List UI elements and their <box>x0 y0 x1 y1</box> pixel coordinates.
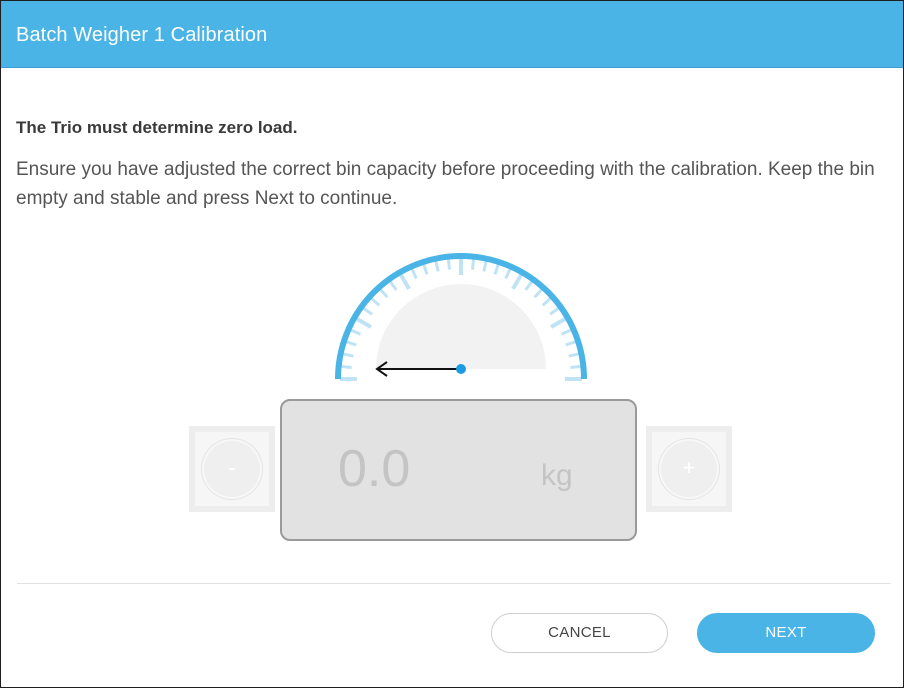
gauge-tick <box>342 352 354 358</box>
gauge-tick <box>482 260 488 272</box>
increase-button[interactable]: + <box>646 426 732 512</box>
gauge-tick <box>422 263 429 275</box>
gauge-tick <box>565 340 577 347</box>
gauge-tick <box>471 258 476 270</box>
gauge-tick <box>362 306 373 316</box>
gauge-tick <box>378 288 389 299</box>
weight-value: 0.0 <box>338 440 411 498</box>
gauge-tick <box>549 306 560 316</box>
gauge-tick <box>541 296 552 307</box>
dialog-title: Batch Weigher 1 Calibration <box>16 24 268 46</box>
minus-icon: - <box>202 439 262 499</box>
gauge-tick <box>560 328 573 336</box>
weight-unit: kg <box>541 459 573 492</box>
gauge-tick <box>533 288 544 299</box>
gauge-tick <box>434 260 440 272</box>
gauge-tick <box>349 328 362 336</box>
cancel-button[interactable]: CANCEL <box>491 613 668 653</box>
calibration-dialog: Batch Weigher 1 Calibration The Trio mus… <box>0 0 904 688</box>
gauge-tick <box>345 340 357 347</box>
gauge-tick <box>550 316 567 329</box>
gauge-tick <box>370 296 381 307</box>
gauge-tick <box>398 273 411 290</box>
gauge-tick <box>340 364 352 369</box>
dialog-titlebar: Batch Weigher 1 Calibration <box>1 1 903 68</box>
gauge-tick <box>511 273 524 290</box>
gauge-tick <box>493 263 500 275</box>
weight-display: 0.0 kg <box>280 399 637 541</box>
gauge-tick <box>355 316 372 329</box>
gauge-tick <box>446 258 451 270</box>
instruction-text: Ensure you have adjusted the correct bin… <box>16 159 875 209</box>
footer-divider <box>17 583 891 584</box>
gauge-dial-icon <box>335 253 587 381</box>
gauge-tick <box>524 280 534 291</box>
gauge-tick <box>504 267 512 280</box>
gauge-tick <box>410 267 418 280</box>
plus-icon: + <box>659 439 719 499</box>
decrease-button[interactable]: - <box>189 426 275 512</box>
gauge-tick <box>570 364 582 369</box>
gauge-tick <box>568 352 580 358</box>
instruction-heading: The Trio must determine zero load. <box>16 118 298 137</box>
gauge-tick <box>388 280 398 291</box>
next-button[interactable]: NEXT <box>697 613 875 653</box>
gauge-face <box>376 284 546 369</box>
